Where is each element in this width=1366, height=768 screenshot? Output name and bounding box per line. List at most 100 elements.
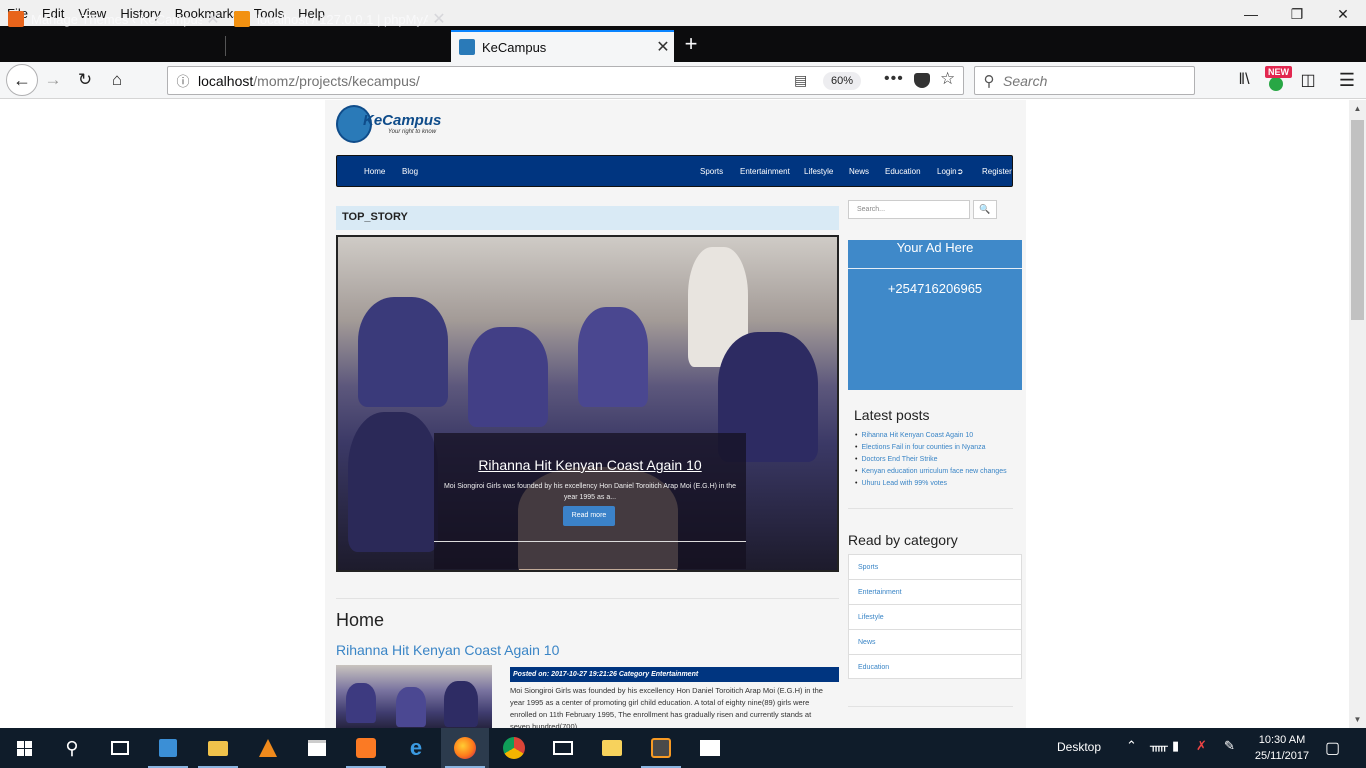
ad-box[interactable]: Your Ad Here +254716206965 xyxy=(848,240,1022,390)
mail-icon[interactable] xyxy=(539,728,587,768)
latest-post-link[interactable]: Uhuru Lead with 99% votes xyxy=(855,478,1007,490)
nav-education[interactable]: Education xyxy=(885,167,921,176)
action-center-icon[interactable]: ▢ xyxy=(1325,738,1340,758)
minimize-button[interactable]: — xyxy=(1228,0,1274,28)
category-list: Sports Entertainment Lifestyle News Educ… xyxy=(848,554,1022,679)
page-scrollbar[interactable]: ▲ ▼ xyxy=(1349,100,1366,728)
bookmark-star-icon[interactable]: ☆ xyxy=(940,69,955,89)
category-education[interactable]: Education xyxy=(848,654,1022,679)
post-thumbnail[interactable] xyxy=(336,665,492,728)
task-view-icon[interactable] xyxy=(96,728,144,768)
clock-date: 25/11/2017 xyxy=(1254,750,1310,762)
latest-post-link[interactable]: Kenyan education urriculum face new chan… xyxy=(855,466,1006,478)
url-bar[interactable]: ⓘ localhost/momz/projects/kecampus/ ▤ 60… xyxy=(167,66,964,95)
tab-kecampus[interactable]: KeCampus ✕ xyxy=(451,30,674,62)
tab-title: KeCampus xyxy=(482,39,547,55)
ad-title: Your Ad Here xyxy=(896,240,974,255)
slide-title[interactable]: Rihanna Hit Kenyan Coast Again 10 xyxy=(434,457,746,473)
nav-sports[interactable]: Sports xyxy=(700,167,723,176)
close-tab-icon[interactable]: ✕ xyxy=(202,9,224,29)
thumb-figure xyxy=(346,683,376,723)
file-explorer-icon[interactable] xyxy=(194,728,242,768)
pocket-icon[interactable] xyxy=(914,73,930,88)
nav-lifestyle[interactable]: Lifestyle xyxy=(804,167,833,176)
site-info-icon[interactable]: ⓘ xyxy=(168,71,198,90)
notes-app-icon[interactable] xyxy=(588,728,636,768)
restore-button[interactable]: ❐ xyxy=(1274,0,1320,28)
close-window-button[interactable]: ✕ xyxy=(1320,0,1366,28)
new-tab-button[interactable]: + xyxy=(680,30,702,58)
scrollbar-thumb[interactable] xyxy=(1351,120,1364,320)
search-bar[interactable]: ⚲ Search xyxy=(974,66,1195,95)
nav-blog[interactable]: Blog xyxy=(402,167,418,176)
category-lifestyle[interactable]: Lifestyle xyxy=(848,604,1022,629)
close-tab-icon[interactable]: ✕ xyxy=(652,37,674,57)
category-sports[interactable]: Sports xyxy=(848,554,1022,579)
category-entertainment[interactable]: Entertainment xyxy=(848,579,1022,604)
nav-home[interactable]: Home xyxy=(364,167,385,176)
nav-login[interactable]: Login➲ xyxy=(937,167,963,176)
nav-register[interactable]: Register xyxy=(982,167,1012,176)
xampp-favicon-icon xyxy=(8,11,24,27)
scroll-down-arrow-icon[interactable]: ▼ xyxy=(1349,711,1366,728)
divider xyxy=(848,706,1013,707)
forward-button[interactable]: → xyxy=(38,66,68,94)
nav-entertainment[interactable]: Entertainment xyxy=(740,167,790,176)
home-button[interactable]: ⌂ xyxy=(102,66,132,94)
latest-post-link[interactable]: Rihanna Hit Kenyan Coast Again 10 xyxy=(855,430,1007,442)
sidebar-search-input[interactable]: Search... xyxy=(848,200,970,219)
vlc-icon[interactable] xyxy=(244,728,292,768)
reload-button[interactable]: ↻ xyxy=(70,66,100,94)
search-taskbar-icon[interactable]: ⚲ xyxy=(48,728,96,768)
network-icon[interactable]: ✗ xyxy=(1196,738,1207,754)
chrome-icon[interactable] xyxy=(490,728,538,768)
back-button[interactable]: ← xyxy=(6,64,38,96)
store-icon[interactable] xyxy=(293,728,341,768)
login-icon: ➲ xyxy=(956,167,964,176)
hamburger-menu-icon[interactable]: ☰ xyxy=(1336,66,1358,94)
tab-title: Manage Themes ‹ KeCampus — xyxy=(31,11,202,27)
latest-post-link[interactable]: Doctors End Their Strike xyxy=(855,454,1007,466)
post-title-link[interactable]: Rihanna Hit Kenyan Coast Again 10 xyxy=(336,642,559,658)
battery-icon[interactable]: ▮ xyxy=(1172,738,1179,754)
xampp-icon[interactable] xyxy=(342,728,390,768)
pen-icon[interactable]: ✎ xyxy=(1224,738,1235,754)
movies-app-icon[interactable] xyxy=(686,728,734,768)
edge-icon[interactable]: e xyxy=(392,728,440,768)
zoom-level-badge[interactable]: 60% xyxy=(823,72,861,90)
hero-photo-figure xyxy=(468,327,548,427)
site-container: KeCampus Your right to know Home Blog Sp… xyxy=(325,100,1026,728)
sublime-text-icon[interactable] xyxy=(637,728,685,768)
reader-view-icon[interactable]: ▤ xyxy=(794,72,807,89)
nav-news[interactable]: News xyxy=(849,167,869,176)
site-logo[interactable]: KeCampus Your right to know xyxy=(336,102,446,146)
library-icon[interactable]: ‖\ xyxy=(1232,66,1256,94)
url-path: /momz/projects/kecampus/ xyxy=(253,72,420,89)
top-story-slider: Rihanna Hit Kenyan Coast Again 10 Moi Si… xyxy=(336,235,839,572)
search-icon: 🔍 xyxy=(979,204,991,214)
new-badge: NEW xyxy=(1265,66,1292,78)
category-news[interactable]: News xyxy=(848,629,1022,654)
read-more-button[interactable]: Read more xyxy=(563,506,615,526)
divider xyxy=(848,508,1013,509)
logo-tagline: Your right to know xyxy=(388,129,437,135)
desktop-toolbar-label[interactable]: Desktop xyxy=(1057,740,1101,754)
ad-phone: +254716206965 xyxy=(887,281,983,296)
page-actions-icon[interactable]: ••• xyxy=(884,70,904,88)
system-clock[interactable]: 10:30 AM 25/11/2017 xyxy=(1250,732,1314,764)
sidebar-toggle-icon[interactable]: ◫ xyxy=(1298,66,1318,94)
window-controls: — ❐ ✕ xyxy=(1228,0,1366,28)
tab-manage-themes[interactable]: Manage Themes ‹ KeCampus — ✕ xyxy=(0,4,224,34)
close-tab-icon[interactable]: ✕ xyxy=(428,9,450,29)
latest-post-link[interactable]: Elections Fail in four counties in Nyanz… xyxy=(855,442,1007,454)
start-button[interactable] xyxy=(0,728,48,768)
hero-photo-figure xyxy=(578,307,648,407)
tab-separator xyxy=(225,36,226,56)
show-hidden-icons-icon[interactable]: ⌃ xyxy=(1126,738,1137,754)
bluetooth-icon[interactable]: ᚅ xyxy=(1150,738,1168,754)
tab-phpmyadmin[interactable]: localhost / 127.0.0.1 | phpMyAd ✕ xyxy=(226,4,450,34)
sidebar-search-button[interactable]: 🔍 xyxy=(973,200,997,219)
firefox-icon[interactable] xyxy=(441,728,489,768)
media-player-icon[interactable] xyxy=(144,728,192,768)
scroll-up-arrow-icon[interactable]: ▲ xyxy=(1349,100,1366,117)
